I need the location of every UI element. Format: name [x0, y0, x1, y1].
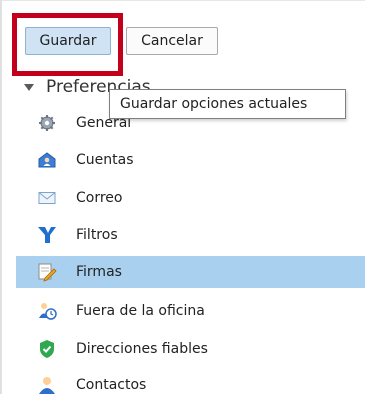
sidebar-item-correo[interactable]: Correo	[16, 182, 365, 214]
sidebar-item-label: Firmas	[76, 264, 122, 280]
sidebar-item-direcciones-fiables[interactable]: Direcciones fiables	[16, 333, 365, 365]
save-tooltip: Guardar opciones actuales	[109, 89, 346, 119]
sidebar-item-label: Contactos	[76, 377, 147, 393]
sidebar-item-filtros[interactable]: Filtros	[16, 219, 365, 251]
filter-icon	[37, 225, 57, 245]
sidebar-item-label: Direcciones fiables	[76, 341, 208, 357]
collapse-triangle-icon[interactable]	[24, 83, 34, 91]
accounts-icon	[37, 150, 57, 170]
mail-icon	[37, 188, 57, 208]
sidebar-item-label: Fuera de la oficina	[76, 303, 205, 319]
annotation-highlight-box	[12, 13, 123, 76]
gear-icon	[37, 113, 57, 133]
sidebar-item-label: Correo	[76, 190, 123, 206]
sidebar-item-contactos[interactable]: Contactos	[16, 369, 365, 401]
sidebar-item-cuentas[interactable]: Cuentas	[16, 144, 365, 176]
shield-check-icon	[37, 339, 57, 359]
toolbar: Guardar Cancelar	[0, 0, 365, 80]
signature-icon	[37, 262, 57, 282]
contact-icon	[37, 375, 57, 395]
sidebar-item-firmas[interactable]: Firmas	[16, 256, 365, 288]
sidebar-item-fuera-de-la-oficina[interactable]: Fuera de la oficina	[16, 295, 365, 327]
cancel-button[interactable]: Cancelar	[126, 27, 218, 55]
sidebar-item-label: Cuentas	[76, 152, 134, 168]
sidebar-item-label: Filtros	[76, 227, 118, 243]
out-of-office-icon	[37, 301, 57, 321]
